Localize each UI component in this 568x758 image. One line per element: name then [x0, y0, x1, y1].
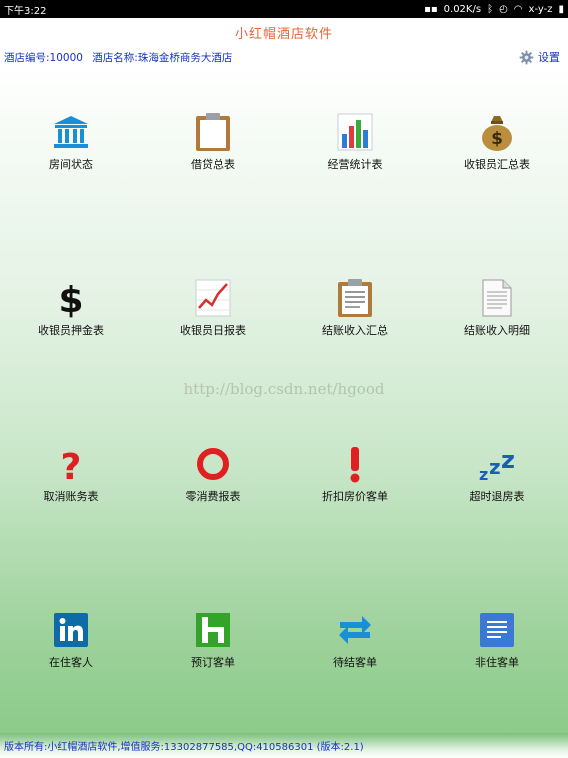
document-icon — [477, 278, 517, 318]
exchange-arrows-icon — [335, 610, 375, 650]
tile-pending-checkout[interactable]: 待结客单 — [284, 610, 426, 690]
svg-text:z: z — [489, 455, 501, 479]
svg-text:$: $ — [491, 129, 503, 149]
tile-cashier-daily[interactable]: 收银员日报表 — [142, 278, 284, 358]
svg-text:$: $ — [58, 280, 83, 318]
tile-reservations[interactable]: 预订客单 — [142, 610, 284, 690]
signal-icon: ▪▪ — [424, 3, 438, 15]
tile-label: 预订客单 — [191, 656, 235, 669]
battery-icon: ▮ — [558, 3, 564, 15]
tile-non-resident[interactable]: 非住客单 — [426, 610, 568, 690]
hotel-id: 酒店编号:10000 — [4, 51, 83, 64]
tile-late-checkout[interactable]: z z z 超时退房表 — [426, 444, 568, 524]
info-bar: 酒店编号:10000 酒店名称:珠海金桥商务大酒店 设置 — [0, 46, 568, 68]
tile-checkout-summary[interactable]: 结账收入汇总 — [284, 278, 426, 358]
bluetooth-icon: ᛒ — [487, 3, 494, 15]
tile-label: 取消账务表 — [43, 490, 99, 503]
tile-label: 待结客单 — [333, 656, 377, 669]
tile-checkout-detail[interactable]: 结账收入明细 — [426, 278, 568, 358]
footer: 版本所有:小红帽酒店软件,增值服务:13302877585,QQ:4105863… — [0, 733, 568, 758]
tile-cashier-summary[interactable]: $ 收银员汇总表 — [426, 112, 568, 192]
tile-label: 在住客人 — [49, 656, 93, 669]
tile-label: 收银员日报表 — [180, 324, 246, 337]
svg-text:z: z — [501, 446, 515, 474]
svg-text:?: ? — [61, 447, 82, 484]
svg-text:z: z — [479, 465, 488, 484]
status-bar: 下午3:22 ▪▪ 0.02K/s ᛒ ◴ ◠ x-y-z ▮ — [0, 0, 568, 18]
clipboard-list-icon — [335, 278, 375, 318]
houzz-icon — [193, 610, 233, 650]
watermark: http://blog.csdn.net/hgood — [183, 380, 385, 398]
tile-loan-summary[interactable]: 借贷总表 — [142, 112, 284, 192]
tile-business-stats[interactable]: 经营统计表 — [284, 112, 426, 192]
tile-current-guests[interactable]: 在住客人 — [0, 610, 142, 690]
tile-label: 零消费报表 — [185, 490, 241, 503]
footer-text: 版本所有:小红帽酒店软件,增值服务:13302877585,QQ:4105863… — [4, 742, 364, 753]
clipboard-icon — [193, 112, 233, 152]
dollar-icon: $ — [51, 278, 91, 318]
network-speed: 0.02K/s — [443, 3, 482, 15]
hotel-name: 酒店名称:珠海金桥商务大酒店 — [92, 51, 233, 64]
status-time: 下午3:22 — [4, 5, 47, 17]
document-lines-icon — [477, 610, 517, 650]
main-area: http://blog.csdn.net/hgood 房间状态 借贷总表 经营统… — [0, 68, 568, 733]
tile-label: 收银员押金表 — [38, 324, 104, 337]
tile-discount-rate[interactable]: 折扣房价客单 — [284, 444, 426, 524]
question-icon: ? — [51, 444, 91, 484]
tile-cancel-account[interactable]: ? 取消账务表 — [0, 444, 142, 524]
tile-label: 经营统计表 — [327, 158, 383, 171]
gear-icon — [519, 50, 534, 64]
line-chart-icon — [193, 278, 233, 318]
carrier-label: x-y-z — [528, 3, 553, 15]
tile-label: 超时退房表 — [469, 490, 525, 503]
sleep-zzz-icon: z z z — [477, 444, 517, 484]
money-bag-icon: $ — [477, 112, 517, 152]
tile-label: 收银员汇总表 — [464, 158, 530, 171]
tile-room-status[interactable]: 房间状态 — [0, 112, 142, 192]
tile-label: 结账收入汇总 — [322, 324, 388, 337]
bank-icon — [51, 112, 91, 152]
tile-label: 折扣房价客单 — [322, 490, 388, 503]
wifi-icon: ◠ — [513, 3, 523, 15]
tile-label: 结账收入明细 — [464, 324, 530, 337]
linkedin-icon — [51, 610, 91, 650]
alarm-icon: ◴ — [499, 3, 508, 15]
tile-cashier-deposit[interactable]: $ 收银员押金表 — [0, 278, 142, 358]
tile-label: 房间状态 — [49, 158, 93, 171]
bar-chart-icon — [335, 112, 375, 152]
tile-label: 借贷总表 — [191, 158, 235, 171]
settings-label: 设置 — [538, 51, 560, 64]
exclamation-icon — [335, 444, 375, 484]
tile-label: 非住客单 — [475, 656, 519, 669]
app-title: 小红帽酒店软件 — [234, 26, 333, 42]
title-bar: 小红帽酒店软件 — [0, 18, 568, 46]
circle-icon — [193, 444, 233, 484]
settings-button[interactable]: 设置 — [519, 49, 560, 65]
tile-zero-consumption[interactable]: 零消费报表 — [142, 444, 284, 524]
